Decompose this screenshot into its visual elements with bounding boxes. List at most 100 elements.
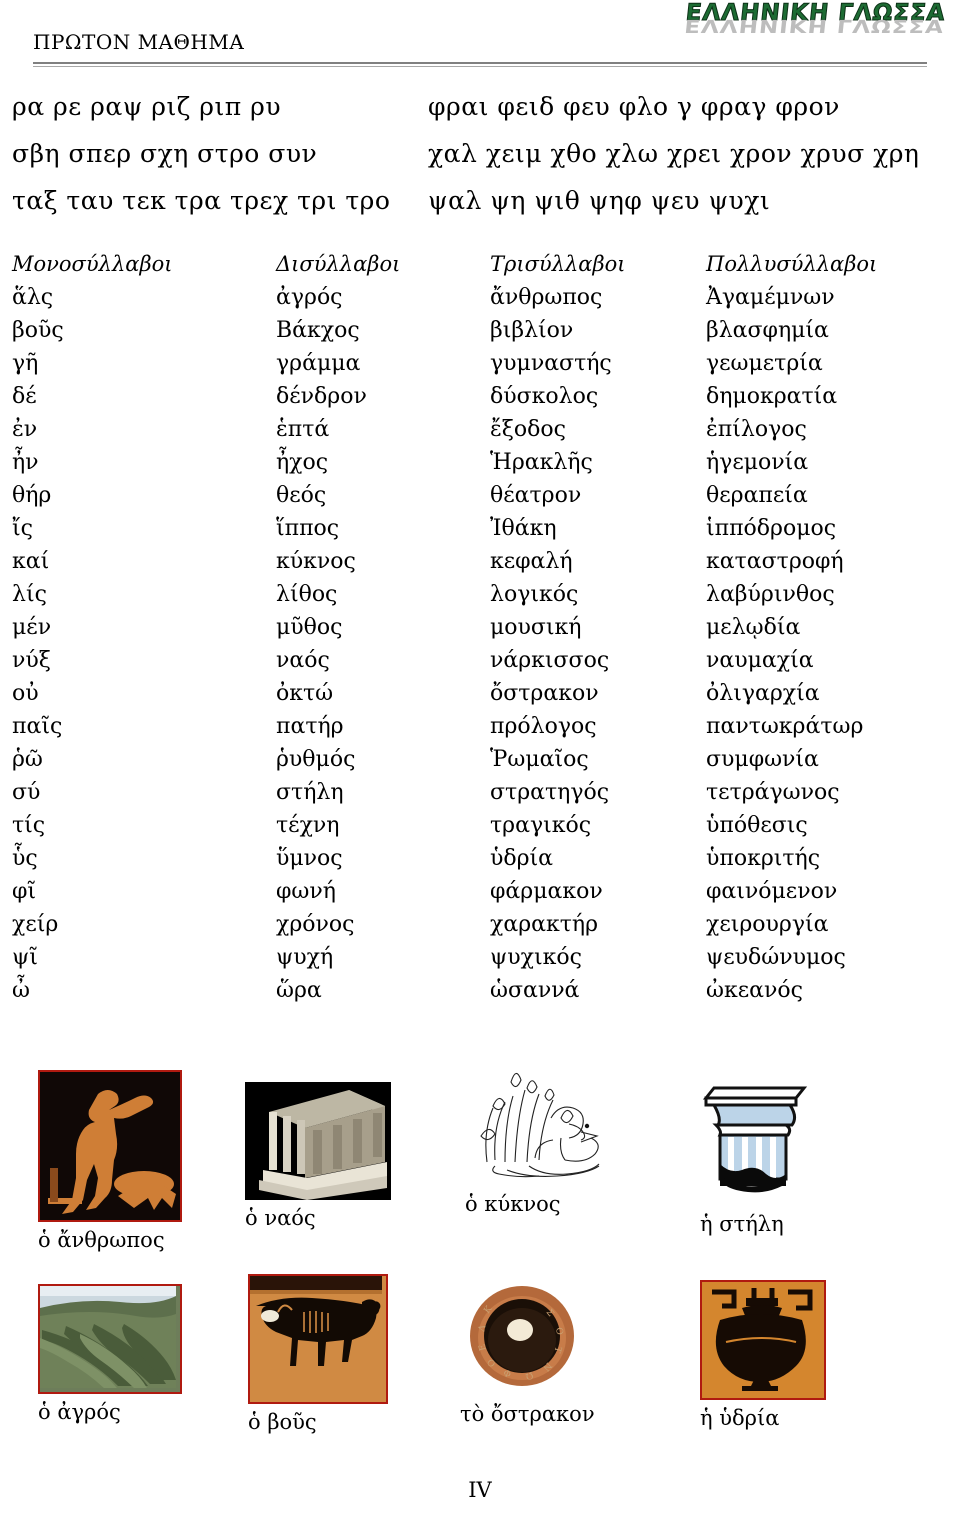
figure-kyknos: ὁ κύκνος	[465, 1062, 615, 1216]
column-header-polysyllables: Πολλυσύλλαβοι	[706, 252, 878, 276]
table-row: λίς λίθος λογικός λαβύρινθος	[0, 582, 960, 615]
vocabulary-table: Μονοσύλλαβοι Δισύλλαβοι Τρισύλλαβοι Πολλ…	[0, 252, 960, 1011]
word-cell: ἦν	[12, 450, 39, 475]
figure-bous: ὁ βοῦς	[248, 1274, 388, 1434]
word-cell: νύξ	[12, 648, 51, 673]
word-cell: δημοκρατία	[706, 384, 838, 409]
figure-agros: ὁ ἀγρός	[38, 1284, 182, 1424]
word-cell: καταστροφή	[706, 549, 844, 574]
word-cell: Ἰθάκη	[490, 516, 557, 541]
word-cell: ὗς	[12, 846, 38, 871]
word-cell: ἵππος	[276, 516, 340, 541]
word-cell: ὑπόθεσις	[706, 813, 808, 838]
word-cell: γράμμα	[276, 351, 361, 376]
word-cell: λαβύρινθος	[706, 582, 835, 607]
page-number: IV	[468, 1478, 492, 1502]
word-cell: τίς	[12, 813, 46, 838]
table-row: καί κύκνος κεφαλή καταστροφή	[0, 549, 960, 582]
figure-caption: ὁ ἀγρός	[38, 1400, 121, 1424]
table-row: δέ δένδρον δύσκολος δημοκρατία	[0, 384, 960, 417]
black-figure-hydria-vessel-image	[700, 1280, 826, 1400]
word-cell: βιβλίον	[490, 318, 574, 343]
word-cell: ὕμνος	[276, 846, 343, 871]
syllable-group-left: ρα ρε ραψ ριζ ριπ ρυ	[12, 92, 282, 121]
illustration-gallery: ὁ ἄνθρωπος ὁ ναός ὁ κύκνος ἡ στήλη ὁ ἀγρ…	[0, 1062, 960, 1462]
word-cell: ὀλιγαρχία	[706, 681, 820, 706]
word-cell: χαρακτήρ	[490, 912, 599, 937]
word-cell: ἴς	[12, 516, 33, 541]
syllable-drill-section: ρα ρε ραψ ριζ ριπ ρυ φραι φειδ φευ φλο γ…	[0, 92, 960, 233]
syllable-row: ταξ ταυ τεκ τρα τρεχ τρι τρο ψαλ ψη ψιθ …	[0, 186, 960, 233]
word-cell: δέ	[12, 384, 37, 409]
table-header-row: Μονοσύλλαβοι Δισύλλαβοι Τρισύλλαβοι Πολλ…	[0, 252, 960, 285]
word-cell: ὠκεανός	[706, 978, 803, 1003]
word-cell: ψευδώνυμος	[706, 945, 846, 970]
figure-caption: τὸ ὄστρακον	[460, 1402, 595, 1426]
word-cell: βλασφημία	[706, 318, 829, 343]
vineyard-graphic	[40, 1286, 176, 1392]
word-cell: σύ	[12, 780, 41, 805]
figure-anthropos: ὁ ἄνθρωπος	[38, 1070, 182, 1252]
word-cell: παῖς	[12, 714, 63, 739]
syllable-group-left: ταξ ταυ τεκ τρα τρεχ τρι τρο	[12, 186, 391, 215]
word-cell: δύσκολος	[490, 384, 599, 409]
word-cell: ὦ	[12, 978, 30, 1003]
word-cell: καί	[12, 549, 50, 574]
hydria-graphic	[702, 1282, 820, 1394]
column-capital-graphic	[700, 1082, 810, 1198]
syllable-group-right: ψαλ ψη ψιθ ψηφ ψευ ψυχι	[428, 186, 771, 215]
ox-graphic	[250, 1276, 382, 1398]
word-cell: στήλη	[276, 780, 344, 805]
word-cell: μελῳδία	[706, 615, 801, 640]
word-cell: Ῥωμαῖος	[490, 747, 589, 772]
table-row: θήρ θεός θέατρον θεραπεία	[0, 483, 960, 516]
figure-stele: ἡ στήλη	[700, 1082, 810, 1236]
table-row: φῖ φωνή φάρμακον φαινόμενον	[0, 879, 960, 912]
word-cell: μέν	[12, 615, 52, 640]
word-cell: δένδρον	[276, 384, 367, 409]
syllable-group-right: χαλ χειμ χθο χλω χρει χρον χρυσ χρη	[428, 139, 920, 168]
word-cell: ἔξοδος	[490, 417, 566, 442]
table-row: χείρ χρόνος χαρακτήρ χειρουργία	[0, 912, 960, 945]
table-row: ὦ ὥρα ὡσαννά ὠκεανός	[0, 978, 960, 1011]
word-cell: ἐν	[12, 417, 38, 442]
word-cell: Ἡρακλῆς	[490, 450, 593, 475]
word-cell: τετράγωνος	[706, 780, 840, 805]
word-cell: θήρ	[12, 483, 52, 508]
table-row: τίς τέχνη τραγικός ὑπόθεσις	[0, 813, 960, 846]
word-cell: στρατηγός	[490, 780, 610, 805]
figure-naos: ὁ ναός	[245, 1082, 391, 1230]
word-cell: νάρκισσος	[490, 648, 610, 673]
word-cell: παντωκράτωρ	[706, 714, 864, 739]
figure-hydria: ἡ ὑδρία	[700, 1280, 826, 1430]
swan-line-drawing	[465, 1062, 615, 1190]
word-cell: ἱππόδρομος	[706, 516, 837, 541]
word-cell: ῥυθμός	[276, 747, 356, 772]
word-cell: λίθος	[276, 582, 338, 607]
vase-figure-graphic	[40, 1072, 180, 1220]
word-cell: ὀκτώ	[276, 681, 334, 706]
table-row: παῖς πατήρ πρόλογος παντωκράτωρ	[0, 714, 960, 747]
table-row: ἴς ἵππος Ἰθάκη ἱππόδρομος	[0, 516, 960, 549]
table-row: ψῖ ψυχή ψυχικός ψευδώνυμος	[0, 945, 960, 978]
doric-column-capital-drawing	[700, 1082, 810, 1198]
swan-graphic	[465, 1062, 615, 1190]
table-row: σύ στήλη στρατηγός τετράγωνος	[0, 780, 960, 813]
table-row: ἐν ἑπτά ἔξοδος ἐπίλογος	[0, 417, 960, 450]
table-row: ὗς ὕμνος ὑδρία ὑποκριτής	[0, 846, 960, 879]
word-cell: φωνή	[276, 879, 336, 904]
word-cell: ἑπτά	[276, 417, 330, 442]
word-cell: λογικός	[490, 582, 579, 607]
figure-caption: ὁ ναός	[245, 1206, 316, 1230]
table-row: ῥῶ ῥυθμός Ῥωμαῖος συμφωνία	[0, 747, 960, 780]
word-cell: ἐπίλογος	[706, 417, 807, 442]
word-cell: ῥῶ	[12, 747, 43, 772]
word-cell: φῖ	[12, 879, 37, 904]
table-row: γῆ γράμμα γυμναστής γεωμετρία	[0, 351, 960, 384]
ostrakon-pottery-shard-photo: Κ Λ Ε Ο Φ Ω Ν Τ Ο Σ	[460, 1280, 588, 1396]
word-cell: ὡσαννά	[490, 978, 580, 1003]
word-cell: μῦθος	[276, 615, 343, 640]
table-row: ἦν ἦχος Ἡρακλῆς ἡγεμονία	[0, 450, 960, 483]
word-cell: χρόνος	[276, 912, 355, 937]
title-divider	[33, 62, 927, 67]
